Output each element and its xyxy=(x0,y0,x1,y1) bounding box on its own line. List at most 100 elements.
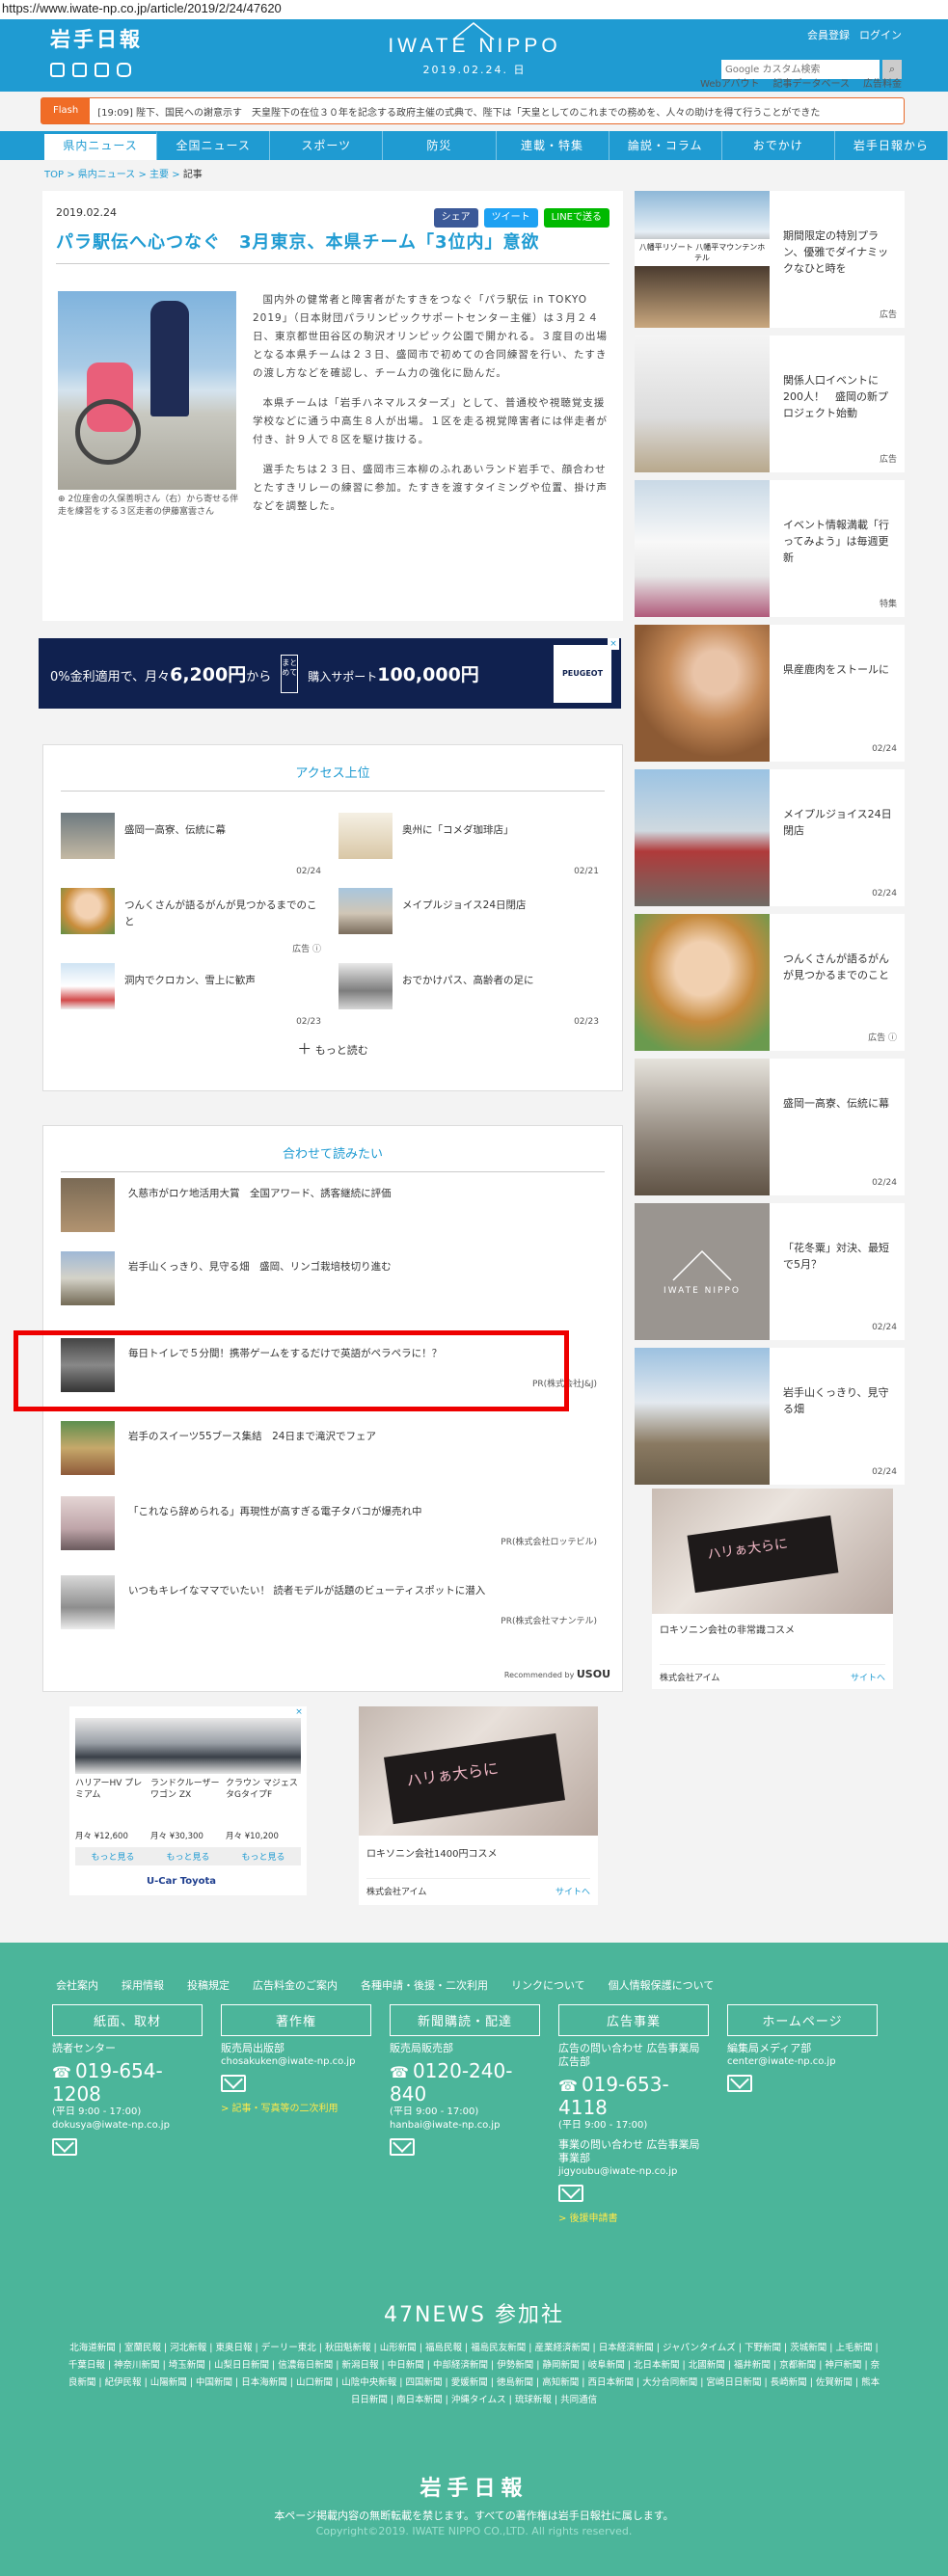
twitter-icon[interactable] xyxy=(50,63,65,77)
nav-series[interactable]: 連載・特集 xyxy=(497,131,609,160)
more-button[interactable]: ＋ もっと読む xyxy=(43,1038,622,1059)
site-brand[interactable]: 岩手日報 xyxy=(50,24,143,53)
ad-close-icon[interactable]: × xyxy=(293,1706,305,1718)
footer-col-head[interactable]: 広告事業 xyxy=(558,2004,709,2036)
mail-icon[interactable] xyxy=(727,2075,752,2092)
footer-col-head[interactable]: 紙面、取材 xyxy=(52,2004,203,2036)
breadcrumb: TOP > 県内ニュース > 主要 > 記事 xyxy=(44,170,203,180)
sidebar-item[interactable]: 関係人口イベントに200人！ 盛岡の新プロジェクト始動 広告 xyxy=(635,335,905,472)
line-share-button[interactable]: LINEで送る xyxy=(543,208,609,228)
footer-brand[interactable]: 岩手日報 xyxy=(0,2471,948,2502)
related-item[interactable]: 久慈市がロケ地活用大賞 全国アワード、誘客継続に評価 xyxy=(61,1178,607,1244)
mail-icon[interactable] xyxy=(558,2185,583,2202)
mail-icon[interactable] xyxy=(221,2075,246,2092)
related-item[interactable]: 岩手山くっきり、見守る畑 盛岡、リンゴ栽培枝切り進む xyxy=(61,1251,607,1317)
ranking-item[interactable]: メイプルジョイス24日閉店 xyxy=(339,888,599,957)
address-bar[interactable]: https://www.iwate-np.co.jp/article/2019/… xyxy=(0,0,948,19)
login-link[interactable]: ログイン xyxy=(859,27,902,42)
crumb-sub[interactable]: 主要 xyxy=(149,170,169,180)
ranking-item[interactable]: おでかけパス、高齢者の足に 02/23 xyxy=(339,963,599,1033)
reuse-link[interactable]: > 記事・写真等の二次利用 xyxy=(221,2100,371,2114)
footer-col-head[interactable]: 新聞購読・配達 xyxy=(390,2004,540,2036)
peugeot-ad-banner[interactable]: 0%金利適用で、月々6,200円から まとめて 購入サポート100,000円 P… xyxy=(39,638,621,709)
article-photo[interactable] xyxy=(58,291,236,490)
email-link[interactable]: hanbai@iwate-np.co.jp xyxy=(390,2119,540,2133)
cosme-ad[interactable]: ハリぁ大らに ロキソニン会社1400円コスメ 株式会社アイム サイトへ xyxy=(359,1706,598,1905)
nav-outing[interactable]: おでかけ xyxy=(722,131,835,160)
related-item-pr[interactable]: 「これなら辞められる」再現性が高すぎる電子タバコが爆売れ中 PR(株式会社ロッテビ… xyxy=(61,1496,607,1562)
related-item[interactable]: 岩手のスイーツ55ブース集結 24日まで滝沢でフェア xyxy=(61,1421,607,1487)
sidebar-item[interactable]: 八幡平リゾート 八幡平マウンテンホテル 期間限定の特別プラン、優雅でダイナミック… xyxy=(635,191,905,328)
email-link[interactable]: jigyoubu@iwate-np.co.jp xyxy=(558,2165,709,2179)
sponsor-link[interactable]: > 後援申請書 xyxy=(558,2210,709,2224)
sidebar-item[interactable]: メイプルジョイス24日閉店 02/24 xyxy=(635,769,905,906)
sidebar-item[interactable]: イベント情報満載「行ってみよう」は毎週更新 特集 xyxy=(635,480,905,617)
ranking-item[interactable]: 盛岡一高寮、伝統に幕 02/24 xyxy=(61,813,321,882)
footer-link[interactable]: リンクについて xyxy=(511,1977,585,1993)
related-title: 合わせて読みたい xyxy=(282,1147,383,1162)
ranking-item[interactable]: つんくさんが語るがんが見つかるまでのこと 広告 ⓘ xyxy=(61,888,321,957)
facebook-share-button[interactable]: シェア xyxy=(433,208,478,228)
copyright: Copyright©2019. IWATE NIPPO CO.,LTD. All… xyxy=(315,2525,633,2537)
car-ad-item[interactable]: クラウン マジェスタGタイプF 月々 ¥10,200 もっと見る xyxy=(226,1718,301,1865)
sidebar-item[interactable]: 岩手山くっきり、見守る畑 02/24 xyxy=(635,1348,905,1485)
sidebar-cosme-ad[interactable]: ハリぁ大らに ロキソニン会社の非常識コスメ 株式会社アイム サイトへ xyxy=(652,1489,893,1689)
footer-link[interactable]: 投稿規定 xyxy=(187,1977,230,1993)
instagram-icon[interactable] xyxy=(117,63,131,77)
nav-local-news[interactable]: 県内ニュース xyxy=(44,131,158,160)
recommended-by[interactable]: Recommended by USOU xyxy=(504,1668,610,1680)
register-link[interactable]: 会員登録 xyxy=(807,27,850,42)
sidebar-item[interactable]: IWATE NIPPO 「花冬粟」対決、最短で5月？ 02/24 xyxy=(635,1203,905,1340)
footer-link[interactable]: 採用情報 xyxy=(122,1977,164,1993)
nav-from-nippo[interactable]: 岩手日報から xyxy=(835,131,948,160)
ranking-item[interactable]: 奥州に「コメダ珈琲店」 02/21 xyxy=(339,813,599,882)
nav-sports[interactable]: スポーツ xyxy=(270,131,384,160)
sidebar-item[interactable]: 盛岡一高寮、伝統に幕 02/24 xyxy=(635,1059,905,1195)
mail-icon[interactable] xyxy=(52,2138,77,2156)
phone-icon: ☎ xyxy=(390,2063,409,2081)
car-more-button[interactable]: もっと見る xyxy=(150,1847,226,1865)
web-about-link[interactable]: Webアバウト xyxy=(700,75,759,90)
nav-disaster[interactable]: 防災 xyxy=(383,131,497,160)
wheel-shape xyxy=(75,399,141,465)
crumb-top[interactable]: TOP xyxy=(44,170,64,180)
car-more-button[interactable]: もっと見る xyxy=(75,1847,150,1865)
related-item-pr[interactable]: いつもキレイなママでいたい！ 読者モデルが話題のビューティスポットに潜入 PR(株… xyxy=(61,1575,607,1641)
cosme-site-link[interactable]: サイトへ xyxy=(555,1885,590,1897)
email-link[interactable]: dokusya@iwate-np.co.jp xyxy=(52,2119,203,2133)
footer-col-head[interactable]: ホームページ xyxy=(727,2004,878,2036)
flash-news[interactable]: Flash [19:09] 陛下、国民への謝意示す 天皇陛下の在位３０年を記念す… xyxy=(41,97,905,124)
email-link[interactable]: chosakuken@iwate-np.co.jp xyxy=(221,2055,371,2069)
car-more-button[interactable]: もっと見る xyxy=(226,1847,301,1865)
facebook-icon[interactable] xyxy=(72,63,87,77)
zoom-icon[interactable]: ⊕ xyxy=(58,495,68,504)
email-link[interactable]: center@iwate-np.co.jp xyxy=(727,2055,878,2069)
article-paragraph: 本県チームは「岩手ハネマルスターズ」として、普通校や視聴覚支援学校などに通う中高… xyxy=(253,397,608,445)
sidebar-thumb: 八幡平リゾート 八幡平マウンテンホテル xyxy=(635,191,770,328)
footer-link[interactable]: 個人情報保護について xyxy=(609,1977,715,1993)
share-buttons: シェア ツイート LINEで送る xyxy=(433,208,609,228)
footer-col-head[interactable]: 著作権 xyxy=(221,2004,371,2036)
nav-national-news[interactable]: 全国ニュース xyxy=(157,131,271,160)
site-logo[interactable]: IWATE NIPPO 2019.02.24. 日 xyxy=(380,35,569,77)
sidebar-item[interactable]: つんくさんが語るがんが見つかるまでのこと 広告 ⓘ xyxy=(635,914,905,1051)
footer-link[interactable]: 会社案内 xyxy=(56,1977,98,1993)
plus-icon: ＋ xyxy=(297,1040,312,1058)
footer-link[interactable]: 広告料金のご案内 xyxy=(253,1977,338,1993)
tweet-button[interactable]: ツイート xyxy=(483,208,538,228)
crumb-category[interactable]: 県内ニュース xyxy=(78,170,136,180)
sidebar-item[interactable]: 県産鹿肉をストールに 02/24 xyxy=(635,625,905,762)
ranking-item[interactable]: 洞内でクロカン、雪上に歓声 02/23 xyxy=(61,963,321,1033)
nav-column[interactable]: 論説・コラム xyxy=(609,131,722,160)
news47-list[interactable]: 北海道新聞 | 室蘭民報 | 河北新報 | 東奥日報 | デーリー東北 | 秋田… xyxy=(68,2340,880,2409)
archive-link[interactable]: 記事データベース xyxy=(773,75,851,90)
cosme-site-link[interactable]: サイトへ xyxy=(851,1671,885,1683)
footer-link[interactable]: 各種申請・後援・二次利用 xyxy=(361,1977,488,1993)
ad-rates-link[interactable]: 広告料金 xyxy=(863,75,902,90)
line-icon[interactable] xyxy=(95,63,109,77)
car-ad-item[interactable]: ランドクルーザーワゴン ZX 月々 ¥30,300 もっと見る xyxy=(150,1718,226,1865)
mail-icon[interactable] xyxy=(390,2138,415,2156)
car-ad[interactable]: ハリアーHV プレミアム 月々 ¥12,600 もっと見る ランドクルーザーワゴン… xyxy=(69,1706,307,1895)
car-ad-item[interactable]: ハリアーHV プレミアム 月々 ¥12,600 もっと見る xyxy=(75,1718,150,1865)
ad-close-icon[interactable]: × xyxy=(608,638,619,650)
